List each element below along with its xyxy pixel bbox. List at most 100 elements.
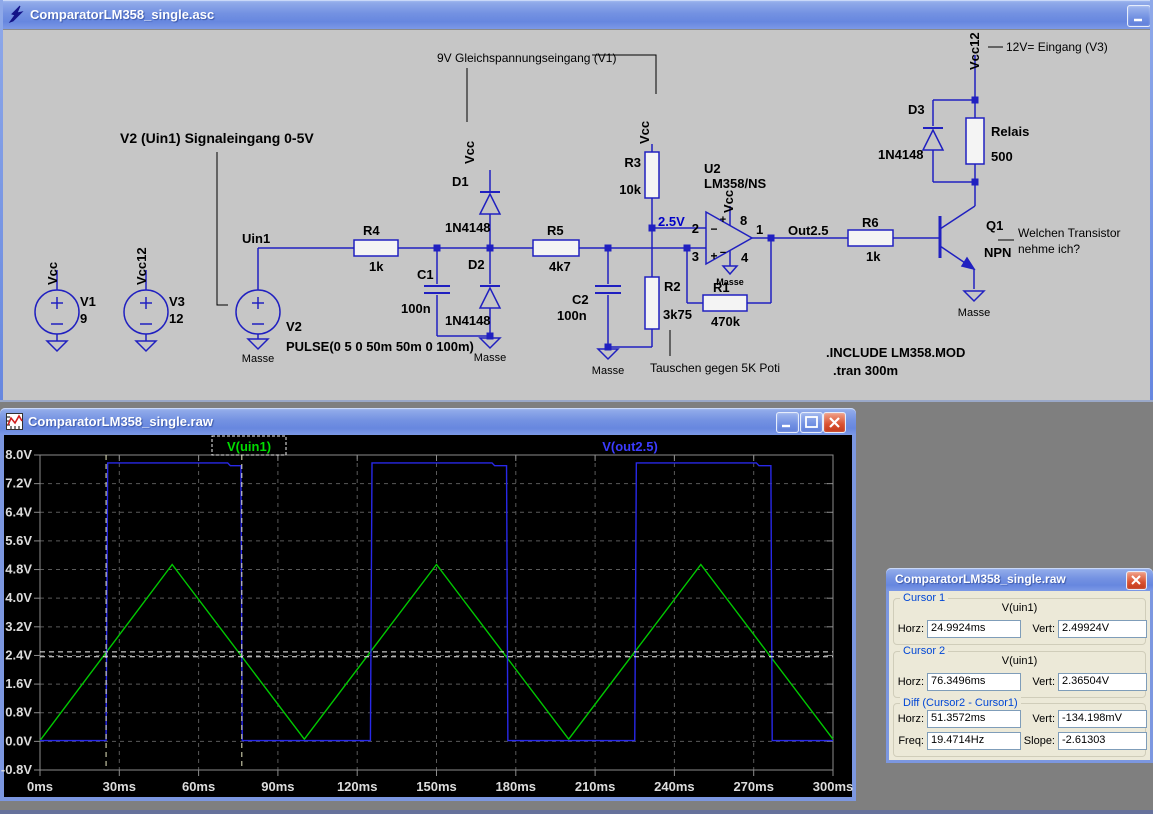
opamp-vminus-sign: − bbox=[720, 247, 726, 259]
opamp-noninv-sign: + bbox=[710, 249, 717, 263]
x-axis-label[interactable]: 180ms bbox=[496, 779, 536, 794]
y-axis-label[interactable]: 0.0V bbox=[5, 733, 32, 748]
annotation-signal-input: V2 (Uin1) Signaleingang 0-5V bbox=[120, 130, 314, 146]
cursor2-horz-value[interactable]: 76.3496ms bbox=[927, 673, 1021, 691]
diff-horz-value[interactable]: 51.3572ms bbox=[927, 710, 1021, 728]
x-axis-label[interactable]: 90ms bbox=[261, 779, 294, 794]
resistor-r3[interactable] bbox=[645, 144, 659, 228]
y-axis-label[interactable]: 8.0V bbox=[5, 447, 32, 462]
close-button[interactable] bbox=[823, 412, 846, 433]
u2-name: U2 bbox=[704, 161, 721, 176]
net-label-uin1: Uin1 bbox=[242, 231, 270, 246]
x-axis-label[interactable]: 30ms bbox=[103, 779, 136, 794]
diff-group: Diff (Cursor2 - Cursor1) Horz: 51.3572ms… bbox=[893, 703, 1146, 757]
resistor-r2[interactable] bbox=[608, 228, 659, 347]
q1-name: Q1 bbox=[986, 218, 1003, 233]
relais-name: Relais bbox=[991, 124, 1029, 139]
r6-value: 1k bbox=[866, 249, 881, 264]
d1-name: D1 bbox=[452, 174, 469, 189]
v2-value: PULSE(0 5 0 50m 50m 0 100m) bbox=[286, 339, 474, 354]
transistor-q1[interactable] bbox=[940, 183, 984, 301]
y-axis-label[interactable]: 4.8V bbox=[5, 562, 32, 577]
y-axis-label[interactable]: 1.6V bbox=[5, 676, 32, 691]
minimize-button[interactable] bbox=[776, 412, 799, 433]
annotation-dc12: 12V= Eingang (V3) bbox=[1006, 40, 1108, 54]
diff-slope-value[interactable]: -2.61303 bbox=[1058, 732, 1147, 750]
resistor-r1[interactable] bbox=[687, 238, 771, 311]
diode-d1[interactable] bbox=[480, 170, 500, 248]
x-axis-label[interactable]: 270ms bbox=[733, 779, 773, 794]
cursor1-vert-value[interactable]: 2.49924V bbox=[1058, 620, 1147, 638]
cursor-dialog-body: Cursor 1 V(uin1) Horz: 24.9924ms Vert: 2… bbox=[886, 591, 1153, 763]
r3-value: 10k bbox=[619, 182, 641, 197]
capacitor-c2[interactable] bbox=[595, 248, 621, 359]
resistor-r4[interactable] bbox=[354, 240, 533, 256]
diff-vert-value[interactable]: -134.198mV bbox=[1058, 710, 1147, 728]
minimize-button[interactable] bbox=[1127, 5, 1151, 27]
x-axis-label[interactable]: 210ms bbox=[575, 779, 615, 794]
net-label-out2v5: Out2.5 bbox=[788, 223, 828, 238]
directive-tran: .tran 300m bbox=[833, 363, 898, 378]
r5-value: 4k7 bbox=[549, 259, 571, 274]
legend-item[interactable]: V(uin1) bbox=[227, 439, 271, 454]
ground-icon bbox=[964, 291, 984, 301]
close-icon bbox=[824, 413, 845, 432]
cursor2-group: Cursor 2 V(uin1) Horz: 76.3496ms Vert: 2… bbox=[893, 651, 1146, 698]
schematic-drawing: V2 (Uin1) Signaleingang 0-5V V1 9 Vcc V3… bbox=[3, 30, 1150, 400]
resistor-r6[interactable] bbox=[848, 230, 940, 246]
cursor2-vert-value[interactable]: 2.36504V bbox=[1058, 673, 1147, 691]
x-axis-label[interactable]: 0ms bbox=[27, 779, 53, 794]
legend-item[interactable]: V(out2.5) bbox=[602, 439, 658, 454]
diff-horz-label: Horz: bbox=[896, 713, 924, 725]
v2-name: V2 bbox=[286, 319, 302, 334]
r5-name: R5 bbox=[547, 223, 564, 238]
schematic-titlebar[interactable]: ComparatorLM358_single.asc bbox=[0, 0, 1153, 29]
y-axis-label[interactable]: 4.0V bbox=[5, 590, 32, 605]
waveform-window-title: ComparatorLM358_single.raw bbox=[28, 414, 213, 429]
y-axis-label[interactable]: 6.4V bbox=[5, 504, 32, 519]
waveform-plot[interactable]: 8.0V 7.2V 6.4V 5.6V 4.8V 4.0V 3.2V 2.4V 1.6V 0.8V… bbox=[0, 435, 856, 801]
r6-name: R6 bbox=[862, 215, 879, 230]
schematic-canvas[interactable]: V2 (Uin1) Signaleingang 0-5V V1 9 Vcc V3… bbox=[3, 29, 1150, 400]
waveform-icon bbox=[6, 413, 23, 430]
ground-icon bbox=[248, 339, 268, 349]
resistor-relais[interactable] bbox=[966, 100, 984, 182]
gnd-label-v2: Masse bbox=[242, 353, 274, 365]
x-axis-label[interactable]: 120ms bbox=[337, 779, 377, 794]
schematic-window: ComparatorLM358_single.asc bbox=[0, 0, 1153, 402]
cursor-dialog-titlebar[interactable]: ComparatorLM358_single.raw bbox=[886, 568, 1153, 591]
close-button[interactable] bbox=[1126, 571, 1147, 590]
relais-value: 500 bbox=[991, 149, 1013, 164]
annotation-transistor-2: nehme ich? bbox=[1018, 242, 1080, 256]
u2-part: LM358/NS bbox=[704, 176, 766, 191]
y-axis-label[interactable]: 7.2V bbox=[5, 476, 32, 491]
diff-freq-value[interactable]: 19.4714Hz bbox=[927, 732, 1021, 750]
net-label-2v5: 2.5V bbox=[658, 214, 685, 229]
ground-icon bbox=[136, 341, 156, 351]
y-axis-label[interactable]: 5.6V bbox=[5, 533, 32, 548]
opamp-vplus-sign: + bbox=[720, 214, 726, 226]
r2-value: 3k75 bbox=[663, 307, 692, 322]
r4-name: R4 bbox=[363, 223, 380, 238]
resistor-r5[interactable] bbox=[533, 240, 706, 256]
y-axis-label[interactable]: 2.4V bbox=[5, 647, 32, 662]
v1-net-label: Vcc bbox=[45, 262, 60, 285]
d1-net-label: Vcc bbox=[462, 141, 477, 164]
annotation-lines bbox=[217, 47, 1014, 356]
x-axis-label[interactable]: 300ms bbox=[813, 779, 853, 794]
r2-name: R2 bbox=[664, 279, 681, 294]
diff-group-label: Diff (Cursor2 - Cursor1) bbox=[900, 697, 1021, 709]
x-axis-label[interactable]: 60ms bbox=[182, 779, 215, 794]
v3-value: 12 bbox=[169, 311, 183, 326]
x-axis-label[interactable]: 150ms bbox=[416, 779, 456, 794]
cursor1-horz-value[interactable]: 24.9924ms bbox=[927, 620, 1021, 638]
voltage-source-v2[interactable] bbox=[236, 248, 280, 349]
y-axis-label[interactable]: -0.8V bbox=[1, 762, 32, 777]
y-axis-label[interactable]: 0.8V bbox=[5, 705, 32, 720]
r1-value: 470k bbox=[711, 314, 741, 329]
waveform-titlebar[interactable]: ComparatorLM358_single.raw bbox=[0, 408, 856, 435]
maximize-button[interactable] bbox=[800, 412, 823, 433]
x-axis-label[interactable]: 240ms bbox=[654, 779, 694, 794]
pin-3: 3 bbox=[692, 249, 699, 264]
y-axis-label[interactable]: 3.2V bbox=[5, 619, 32, 634]
